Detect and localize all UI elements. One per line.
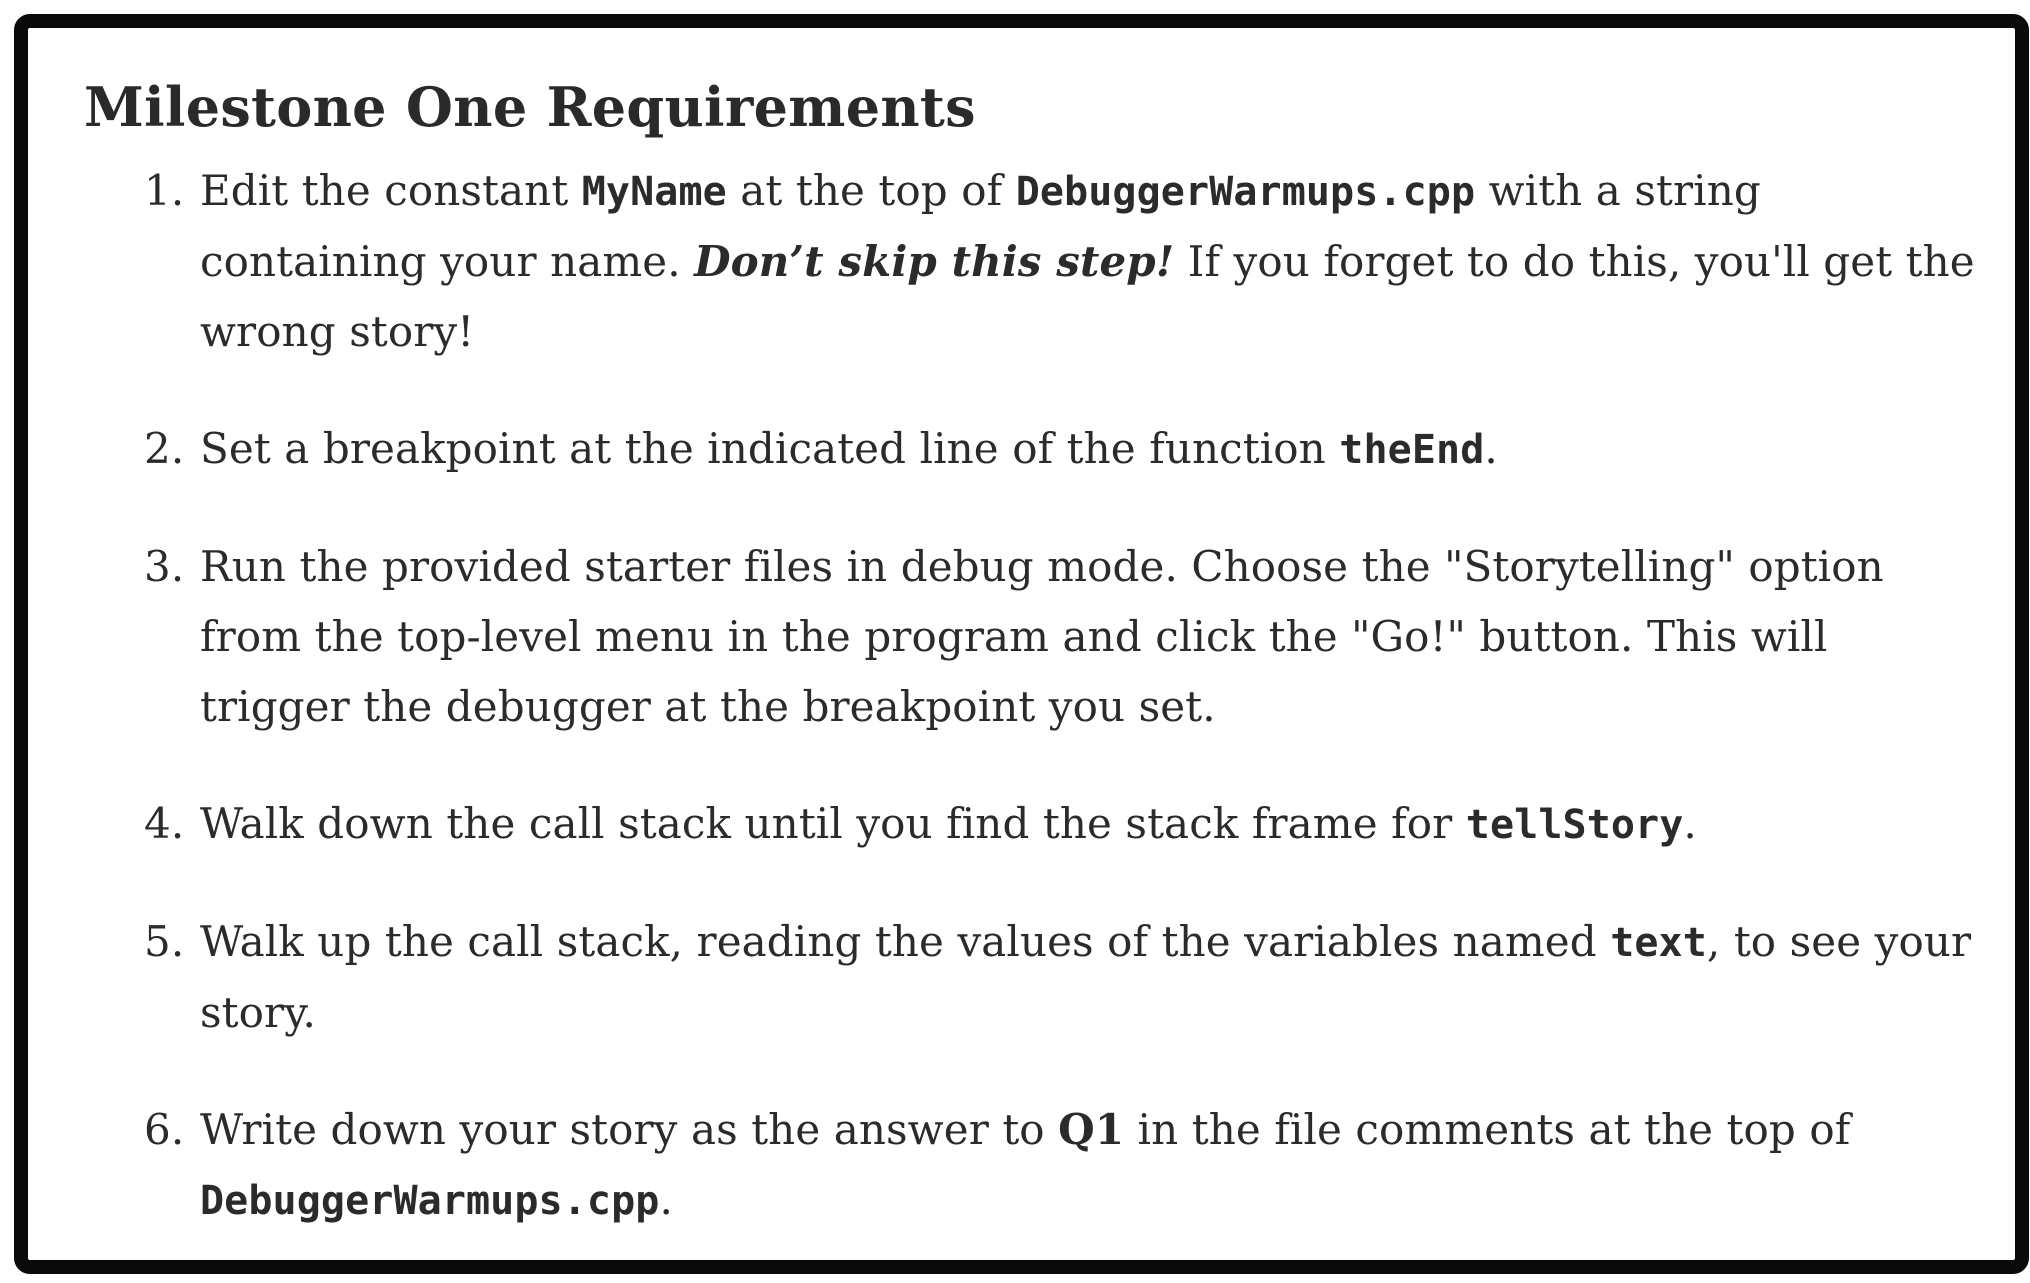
- step-text: .: [1683, 799, 1697, 849]
- list-item-number: 5.: [144, 917, 185, 967]
- step-text: Edit the constant: [200, 166, 582, 216]
- step-text: Write down your story as the answer to: [200, 1105, 1059, 1155]
- page-title: Milestone One Requirements: [84, 75, 976, 139]
- list-item-number: 6.: [144, 1105, 185, 1155]
- step-text: in the file comments at the top of: [1124, 1105, 1851, 1155]
- list-item: 6. Write down your story as the answer t…: [84, 1095, 1975, 1236]
- list-item: 4. Walk down the call stack until you fi…: [84, 789, 1975, 860]
- code-filename: DebuggerWarmups.cpp: [1015, 169, 1476, 216]
- list-item-number: 4.: [144, 799, 185, 849]
- list-item-number: 2.: [144, 424, 185, 474]
- code-identifier: text: [1610, 920, 1707, 967]
- step-text: .: [659, 1175, 673, 1225]
- code-filename: DebuggerWarmups.cpp: [200, 1178, 660, 1225]
- step-text: Walk up the call stack, reading the valu…: [200, 917, 1611, 967]
- document-frame: Milestone One Requirements 1. Edit the c…: [14, 14, 2029, 1274]
- list-item-number: 3.: [144, 542, 185, 592]
- step-text: .: [1484, 424, 1498, 474]
- list-item: 1. Edit the constant MyName at the top o…: [84, 156, 1975, 367]
- list-item: 5. Walk up the call stack, reading the v…: [84, 907, 1975, 1048]
- list-item-number: 1.: [144, 166, 185, 216]
- code-identifier: theEnd: [1339, 427, 1485, 474]
- question-label: Q1: [1058, 1105, 1125, 1155]
- code-identifier: tellStory: [1465, 802, 1684, 849]
- code-identifier: MyName: [581, 169, 727, 216]
- emphasis-warning: Don’t skip this step!: [694, 237, 1175, 287]
- step-text: Run the provided starter files in debug …: [200, 542, 1884, 732]
- list-item: 2. Set a breakpoint at the indicated lin…: [84, 414, 1975, 485]
- document-content: Milestone One Requirements 1. Edit the c…: [84, 72, 1975, 1283]
- step-text: Walk down the call stack until you find …: [200, 799, 1466, 849]
- list-item: 3. Run the provided starter files in deb…: [84, 532, 1975, 742]
- step-text: Set a breakpoint at the indicated line o…: [200, 424, 1340, 474]
- requirements-list: 1. Edit the constant MyName at the top o…: [84, 156, 1975, 1236]
- step-text: at the top of: [726, 166, 1016, 216]
